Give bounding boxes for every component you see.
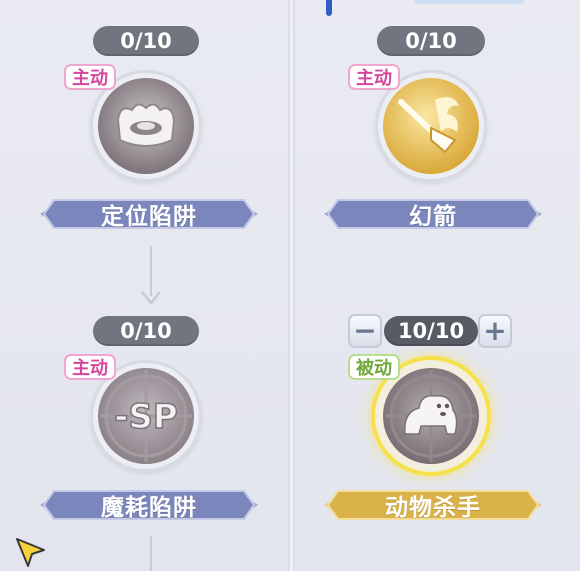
skill-level-pill: 0/10 — [377, 26, 485, 56]
skill-connector-line — [150, 536, 152, 571]
skill-name: 幻箭 — [409, 204, 457, 230]
skill-name: 魔耗陷阱 — [101, 495, 197, 521]
cursor-icon — [16, 538, 45, 567]
active-skill-tag: 主动 — [64, 354, 116, 380]
level-increase-button[interactable]: + — [478, 314, 512, 348]
active-skill-tag: 主动 — [64, 64, 116, 90]
skill-name-banner[interactable]: 定位陷阱 — [40, 196, 258, 232]
top-decoration-bar — [414, 0, 524, 4]
column-divider — [288, 0, 295, 571]
skill-name: 定位陷阱 — [101, 204, 197, 230]
skill-level-pill: 0/10 — [93, 316, 199, 346]
sp-icon-text: -SP — [114, 397, 178, 437]
skill-name-banner[interactable]: 幻箭 — [324, 196, 542, 232]
passive-skill-tag: 被动 — [348, 354, 400, 380]
skill-name-banner[interactable]: 魔耗陷阱 — [40, 487, 258, 523]
skill-level-pill: 0/10 — [93, 26, 199, 56]
active-skill-tag: 主动 — [348, 64, 400, 90]
down-arrow-icon — [141, 291, 161, 305]
skill-connector-line — [150, 246, 152, 296]
skill-name-banner[interactable]: 动物杀手 — [324, 487, 542, 523]
skill-level-pill: 10/10 — [384, 316, 478, 346]
level-decrease-button[interactable]: − — [348, 314, 382, 348]
skill-name: 动物杀手 — [385, 495, 481, 521]
top-decoration — [326, 0, 332, 16]
